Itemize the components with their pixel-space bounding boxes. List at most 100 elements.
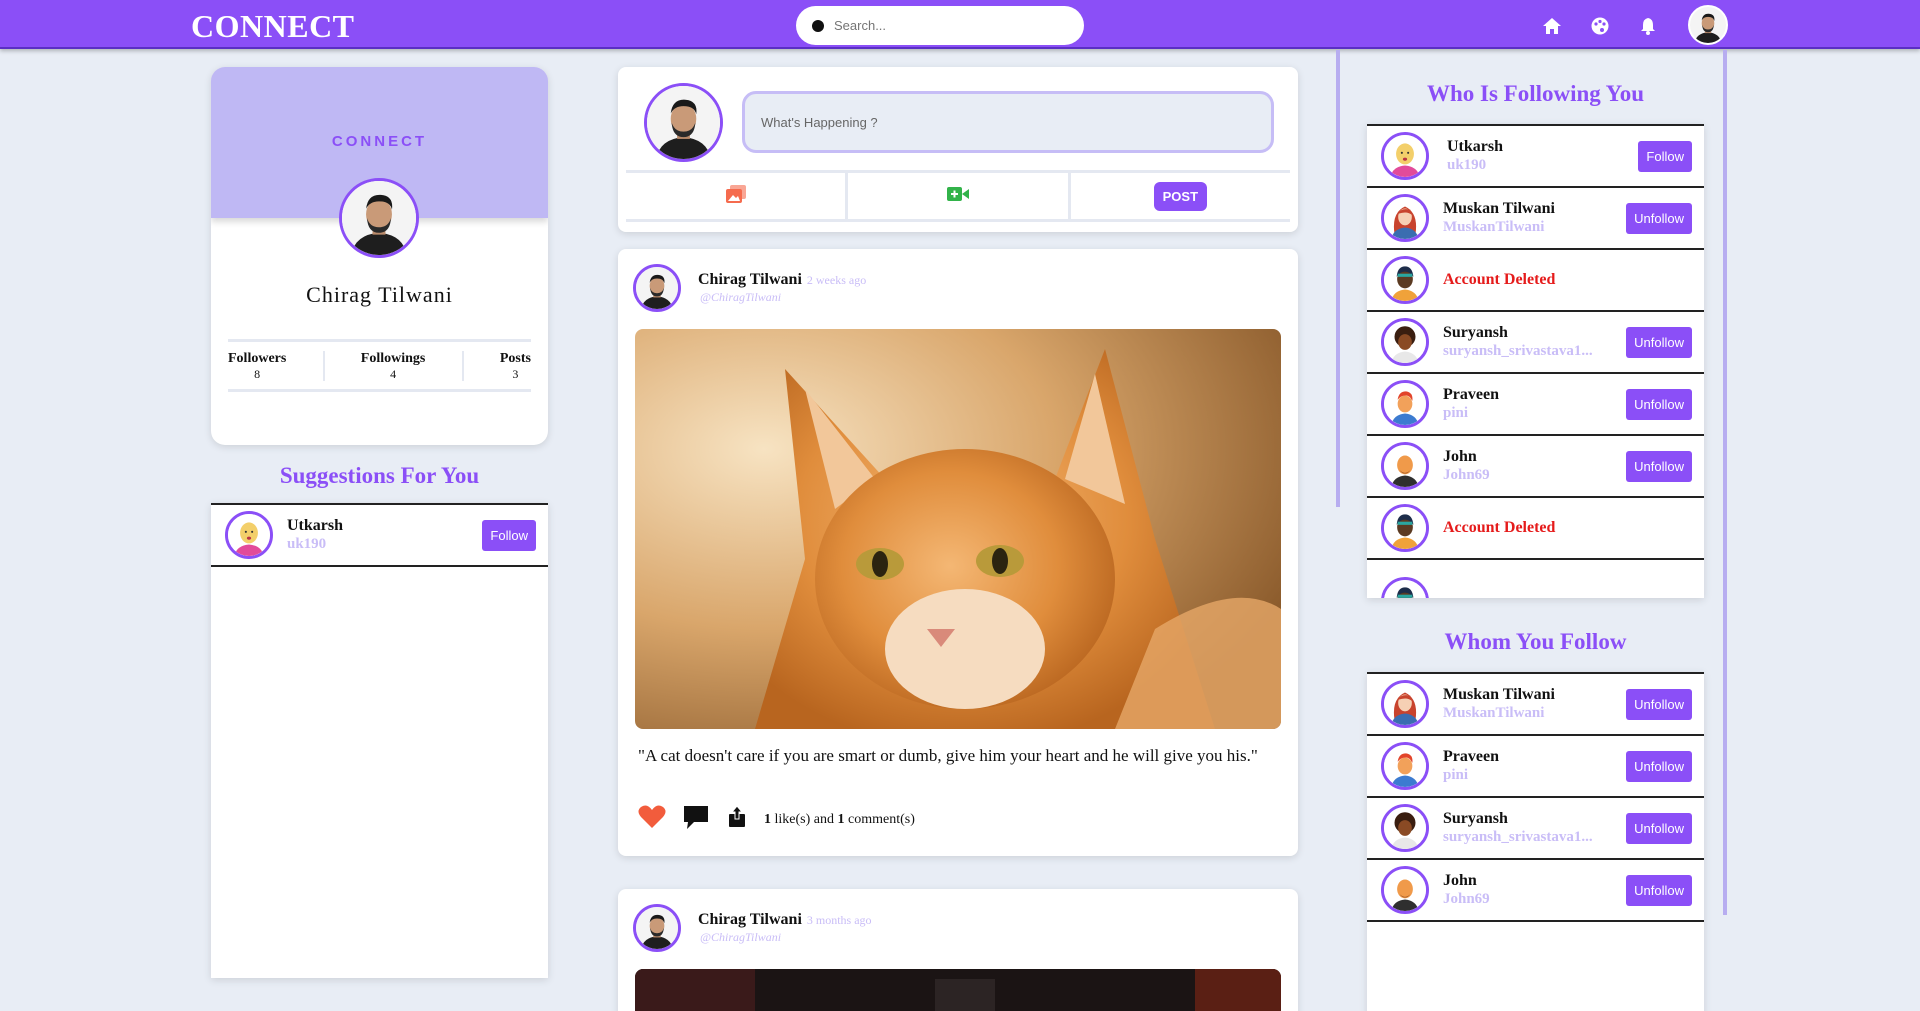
search-icon (812, 19, 824, 32)
unfollow-button[interactable]: Unfollow (1626, 688, 1692, 720)
follower-row: Utkarsh uk190 Follow (1367, 124, 1704, 188)
stat-divider (461, 351, 464, 381)
unfollow-button[interactable]: Unfollow (1626, 450, 1692, 482)
following-title: Whom You Follow (1444, 629, 1627, 654)
post-time: 3 months ago (806, 913, 872, 927)
profile-stats: Followers 8 Followings 4 Posts 3 (228, 339, 531, 392)
user-avatar[interactable] (1688, 5, 1728, 45)
user-name[interactable]: Utkarsh (287, 517, 343, 535)
post-composer: What's Happening ? POST (618, 67, 1298, 232)
share-icon[interactable] (728, 805, 746, 833)
comment-icon[interactable] (682, 804, 710, 835)
post-time: 2 weeks ago (806, 273, 867, 287)
stat-divider (322, 351, 325, 381)
follower-row: Praveen pini Unfollow (1367, 372, 1704, 436)
divider (1336, 50, 1340, 507)
follow-button[interactable]: Follow (1638, 140, 1692, 172)
top-navbar: CONNECT (0, 0, 1920, 49)
user-handle: suryansh_srivastava1... (1443, 342, 1593, 359)
suggestion-row: Utkarsh uk190 Follow (211, 503, 548, 567)
stat-posts: Posts 3 (499, 351, 531, 381)
profile-name: Chirag Tilwani (306, 282, 453, 307)
post-stats: 1 like(s) and 1 comment(s) (764, 811, 915, 827)
post-author[interactable]: Chirag Tilwani 2 weeks ago (698, 271, 866, 289)
stat-followers: Followers 8 (228, 351, 287, 381)
followers-list: Utkarsh uk190 Follow Muskan Tilwani Muskan… (1367, 124, 1704, 598)
user-name[interactable]: Praveen (1443, 386, 1499, 404)
image-icon (725, 184, 746, 208)
heart-icon[interactable] (638, 805, 666, 834)
user-avatar[interactable] (1381, 742, 1429, 790)
post-button[interactable]: POST (1153, 181, 1208, 211)
user-handle: uk190 (1447, 156, 1487, 173)
post-card: Chirag Tilwani 2 weeks ago @ChiragTilwani… (618, 249, 1298, 856)
home-icon[interactable] (1541, 15, 1563, 37)
palette-icon[interactable] (1589, 15, 1611, 37)
user-name[interactable]: Utkarsh (1447, 138, 1503, 156)
follower-row: John John69 Unfollow (1367, 434, 1704, 498)
post-author[interactable]: Chirag Tilwani 3 months ago (698, 911, 872, 929)
post-image (635, 329, 1281, 729)
composer-actions: POST (626, 170, 1290, 222)
user-avatar[interactable] (1381, 680, 1429, 728)
post-author-avatar[interactable] (633, 904, 681, 952)
post-actions: 1 like(s) and 1 comment(s) (638, 804, 915, 835)
following-row: Suryansh suryansh_srivastava1... Unfollow (1367, 796, 1704, 860)
unfollow-button[interactable]: Unfollow (1626, 202, 1692, 234)
user-handle: MuskanTilwani (1443, 704, 1545, 721)
suggestions-list: Utkarsh uk190 Follow (211, 503, 548, 978)
search-bar[interactable] (796, 6, 1084, 45)
search-input[interactable] (834, 18, 1054, 33)
followers-title: Who Is Following You (1426, 81, 1645, 106)
post-handle: @ChiragTilwani (700, 930, 782, 944)
follower-row-partial (1367, 558, 1704, 598)
user-avatar[interactable] (1381, 132, 1429, 180)
user-avatar[interactable] (225, 511, 273, 559)
user-name[interactable]: John (1443, 872, 1490, 890)
composer-avatar (644, 83, 723, 162)
user-name[interactable]: Muskan Tilwani (1443, 686, 1555, 704)
unfollow-button[interactable]: Unfollow (1626, 388, 1692, 420)
user-name[interactable]: Praveen (1443, 748, 1499, 766)
user-handle: pini (1443, 404, 1469, 421)
add-photo-button[interactable] (626, 173, 849, 219)
whats-happening-input[interactable]: What's Happening ? (742, 91, 1274, 153)
user-avatar[interactable] (1381, 318, 1429, 366)
post-author-avatar[interactable] (633, 264, 681, 312)
user-name[interactable]: John (1443, 448, 1490, 466)
follower-row: Account Deleted (1367, 248, 1704, 312)
user-avatar (1381, 577, 1429, 598)
follower-row: Suryansh suryansh_srivastava1... Unfollow (1367, 310, 1704, 374)
user-name[interactable]: Muskan Tilwani (1443, 200, 1555, 218)
user-avatar[interactable] (1381, 804, 1429, 852)
user-avatar (1381, 256, 1429, 304)
user-handle: MuskanTilwani (1443, 218, 1545, 235)
following-row: Muskan Tilwani MuskanTilwani Unfollow (1367, 672, 1704, 736)
user-name[interactable]: Suryansh (1443, 810, 1593, 828)
user-avatar[interactable] (1381, 194, 1429, 242)
unfollow-button[interactable]: Unfollow (1626, 750, 1692, 782)
post-action: POST (1071, 173, 1290, 219)
add-video-button[interactable] (848, 173, 1071, 219)
user-avatar (1381, 504, 1429, 552)
following-row: John John69 Unfollow (1367, 858, 1704, 922)
profile-card: CONNECT Chirag Tilwani Followers 8 Follow… (211, 67, 548, 445)
user-handle: suryansh_srivastava1... (1443, 828, 1593, 845)
user-handle: John69 (1443, 466, 1490, 483)
follower-row: Account Deleted (1367, 496, 1704, 560)
user-avatar[interactable] (1381, 380, 1429, 428)
divider (1723, 50, 1727, 915)
bell-icon[interactable] (1637, 15, 1659, 37)
unfollow-button[interactable]: Unfollow (1626, 874, 1692, 906)
follow-button[interactable]: Follow (482, 519, 536, 551)
unfollow-button[interactable]: Unfollow (1626, 326, 1692, 358)
user-name[interactable]: Suryansh (1443, 324, 1593, 342)
user-avatar[interactable] (1381, 442, 1429, 490)
user-avatar[interactable] (1381, 866, 1429, 914)
user-handle: pini (1443, 766, 1469, 783)
brand-logo[interactable]: CONNECT (191, 8, 355, 45)
unfollow-button[interactable]: Unfollow (1626, 812, 1692, 844)
profile-avatar[interactable] (339, 178, 419, 258)
post-handle: @ChiragTilwani (700, 290, 782, 304)
following-row: Praveen pini Unfollow (1367, 734, 1704, 798)
